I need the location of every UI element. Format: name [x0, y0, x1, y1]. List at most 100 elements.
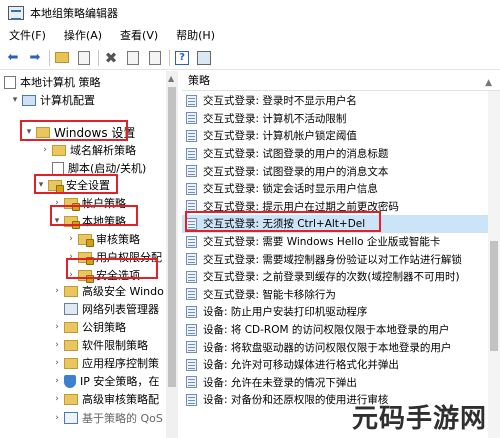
tree-label: 软件限制策略 — [82, 339, 148, 352]
policy-item-icon — [186, 393, 197, 406]
chevron-up-icon[interactable]: ▲ — [485, 73, 492, 93]
highlight-box-local-policy — [50, 205, 138, 226]
chevron-right-icon[interactable]: › — [52, 358, 62, 368]
policy-row[interactable]: 交互式登录: 需要 Windows Hello 企业版或智能卡 — [182, 233, 492, 251]
tree-node-public-key[interactable]: › 公钥策略 — [52, 318, 126, 336]
delete-icon[interactable]: ✖ — [102, 49, 120, 67]
policy-row[interactable]: 交互式登录: 试图登录的用户的消息标题 — [182, 145, 492, 163]
policy-row-label: 设备: 将软盘驱动器的访问权限仅限于本地登录的用户 — [203, 341, 452, 354]
menu-bar: 文件(F) 操作(A) 查看(V) 帮助(H) — [0, 26, 500, 46]
policy-row[interactable]: 交互式登录: 计算机帐户锁定阈值 — [182, 127, 492, 145]
scroll-thumb[interactable] — [168, 87, 176, 387]
policy-item-icon — [186, 305, 197, 318]
policy-item-icon — [186, 129, 197, 142]
folder-icon — [64, 339, 78, 351]
chevron-right-icon[interactable]: › — [52, 376, 62, 386]
tree-node-root[interactable]: 本地计算机 策略 — [4, 73, 101, 91]
script-icon — [52, 161, 64, 175]
policy-item-icon — [186, 235, 197, 248]
export-list-icon[interactable] — [146, 49, 164, 67]
policy-item-icon — [186, 376, 197, 389]
toolbar-separator — [98, 49, 99, 66]
policy-row-label: 设备: 允许在未登录的情况下弹出 — [203, 376, 357, 389]
show-hide-tree-icon[interactable] — [75, 49, 93, 67]
folder-icon — [64, 285, 78, 297]
policy-item-icon — [186, 323, 197, 336]
help-icon[interactable]: ? — [173, 49, 191, 67]
tree-node-advanced-firewall[interactable]: › 高级安全 Windo — [52, 282, 164, 300]
tree-label: 基于策略的 QoS — [82, 412, 163, 425]
policy-row-label: 交互式登录: 之前登录到缓存的次数(域控制器不可用时) — [203, 271, 460, 284]
column-header-label: 策略 — [188, 74, 210, 87]
tree-node-dns-policy[interactable]: › 域名解析策略 — [40, 141, 136, 159]
refresh-icon[interactable] — [124, 49, 142, 67]
policy-item-icon — [186, 112, 197, 125]
chevron-right-icon[interactable]: › — [52, 286, 62, 296]
chevron-down-icon[interactable]: ▾ — [10, 95, 20, 105]
chevron-right-icon[interactable]: › — [66, 234, 76, 244]
forward-arrow-icon[interactable]: ➡ — [26, 49, 44, 67]
highlight-box-security-settings — [34, 174, 118, 194]
menu-help[interactable]: 帮助(H) — [167, 26, 224, 46]
menu-action[interactable]: 操作(A) — [55, 26, 111, 46]
up-folder-icon[interactable] — [53, 49, 71, 67]
policy-item-icon — [186, 182, 197, 195]
policy-row-label: 设备: 允许对可移动媒体进行格式化并弹出 — [203, 359, 399, 372]
chevron-right-icon[interactable]: › — [40, 145, 50, 155]
filter-icon[interactable] — [195, 49, 213, 67]
policy-row[interactable]: 设备: 允许对可移动媒体进行格式化并弹出 — [182, 356, 492, 374]
policy-row[interactable]: 交互式登录: 之前登录到缓存的次数(域控制器不可用时) — [182, 268, 492, 286]
tree-node-network-list[interactable]: 网络列表管理器 — [64, 300, 159, 318]
policy-row[interactable]: 设备: 将软盘驱动器的访问权限仅限于本地登录的用户 — [182, 338, 492, 356]
back-arrow-icon[interactable]: ⬅ — [4, 49, 22, 67]
policy-row-label: 交互式登录: 锁定会话时显示用户信息 — [203, 183, 378, 196]
policy-row[interactable]: 设备: 允许在未登录的情况下弹出 — [182, 374, 492, 392]
chevron-right-icon[interactable]: › — [52, 322, 62, 332]
policy-row[interactable]: 设备: 将 CD-ROM 的访问权限仅限于本地登录的用户 — [182, 321, 492, 339]
highlight-box-no-ctrl-alt-del — [185, 211, 381, 232]
tree-label: 高级安全 Windo — [82, 285, 164, 298]
tree-scrollbar[interactable]: ▲ — [166, 71, 178, 438]
tree-label: 审核策略 — [96, 233, 140, 246]
policy-row-label: 交互式登录: 计算机不活动限制 — [203, 112, 347, 125]
tree-node-software-restriction[interactable]: › 软件限制策略 — [52, 336, 148, 354]
menu-view[interactable]: 查看(V) — [111, 26, 167, 46]
tree-node-computer-config[interactable]: ▾ 计算机配置 — [10, 91, 95, 109]
policy-row-label: 交互式登录: 登录时不显示用户名 — [203, 95, 357, 108]
tree-node-advanced-audit[interactable]: › 高级审核策略配 — [52, 390, 159, 408]
tree-label: 应用程序控制策 — [82, 357, 159, 370]
scroll-thumb[interactable] — [490, 241, 498, 351]
scroll-up-icon[interactable]: ▲ — [168, 74, 174, 83]
tree-node-qos[interactable]: › 基于策略的 QoS — [52, 409, 163, 427]
menu-file[interactable]: 文件(F) — [0, 26, 55, 46]
chevron-right-icon[interactable]: › — [52, 394, 62, 404]
tree-node-app-control[interactable]: › 应用程序控制策 — [52, 354, 159, 372]
policy-list-pane[interactable]: 策略 ▲ 交互式登录: 登录时不显示用户名 交互式登录: 计算机不活动限制交互式登… — [182, 71, 500, 438]
policy-row-label: 交互式登录: 需要域控制器身份验证以对工作站进行解锁 — [203, 253, 462, 266]
tree-label: 本地计算机 策略 — [20, 76, 101, 89]
policy-row[interactable]: 交互式登录: 锁定会话时显示用户信息 — [182, 180, 492, 198]
policy-row[interactable]: 交互式登录: 试图登录的用户的消息文本 — [182, 162, 492, 180]
network-icon — [64, 303, 78, 315]
chevron-right-icon[interactable]: › — [52, 413, 62, 423]
column-header-policy[interactable]: 策略 ▲ — [182, 71, 500, 91]
policy-item-icon — [186, 165, 197, 178]
policy-row[interactable]: 交互式登录: 计算机不活动限制 — [182, 110, 492, 128]
policy-row[interactable]: 交互式登录: 智能卡移除行为 — [182, 286, 492, 304]
tree-node-audit-policy[interactable]: › 审核策略 — [66, 230, 140, 248]
policy-row[interactable]: 设备: 防止用户安装打印机驱动程序 — [182, 303, 492, 321]
tree-node-ip-security[interactable]: › IP 安全策略，在 — [52, 372, 159, 390]
policy-row-label: 交互式登录: 试图登录的用户的消息标题 — [203, 148, 389, 161]
policy-scrollbar[interactable] — [488, 91, 500, 438]
policy-row[interactable]: 交互式登录: 需要域控制器身份验证以对工作站进行解锁 — [182, 250, 492, 268]
tree-label: 高级审核策略配 — [82, 393, 159, 406]
policy-item-icon — [186, 147, 197, 160]
policy-row[interactable]: 交互式登录: 登录时不显示用户名 — [182, 92, 492, 110]
policy-row-label: 设备: 防止用户安装打印机驱动程序 — [203, 306, 368, 319]
policy-item-icon — [186, 253, 197, 266]
tree-label: 域名解析策略 — [70, 144, 136, 157]
security-folder-icon — [78, 233, 94, 247]
policy-item-icon — [186, 270, 197, 283]
folder-icon — [64, 321, 78, 333]
chevron-right-icon[interactable]: › — [52, 340, 62, 350]
